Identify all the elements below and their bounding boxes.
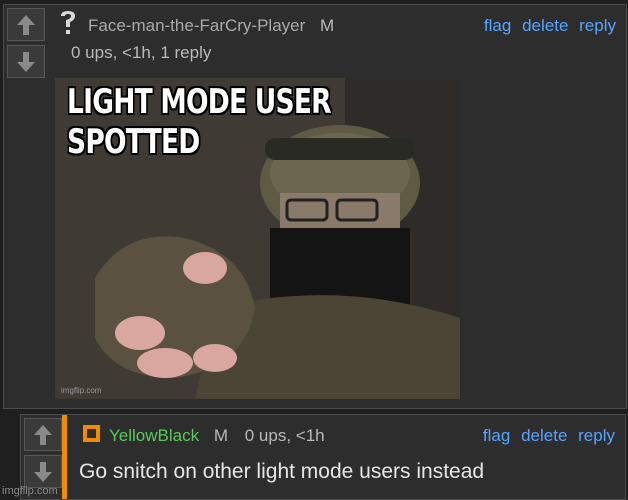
reply-link[interactable]: reply [579,16,616,35]
delete-link[interactable]: delete [521,426,567,445]
upvote-button[interactable] [7,8,45,41]
comment-main: Face-man-the-FarCry-Player M 0 ups, <1h,… [3,4,627,409]
arrow-up-icon [34,424,52,445]
user-avatar-icon[interactable] [83,425,100,442]
mod-badge: M [320,16,335,35]
comment-header: Face-man-the-FarCry-Player M [88,16,334,36]
comment-text: Go snitch on other light mode users inst… [79,460,485,483]
meme-image[interactable]: LIGHT MODE USER SPOTTED imgflip.com [55,78,460,399]
comment-stats: 0 ups, <1h [244,426,325,445]
arrow-down-icon [17,51,35,72]
comment-reply: YellowBlack M 0 ups, <1h flag delete rep… [20,414,626,500]
meme-watermark: imgflip.com [61,386,102,395]
vote-column [24,418,62,492]
comment-author[interactable]: Face-man-the-FarCry-Player [88,16,305,35]
comment-header: YellowBlack M 0 ups, <1h [109,426,325,446]
upvote-button[interactable] [24,418,62,451]
unknown-avatar-icon[interactable] [59,10,77,36]
downvote-button[interactable] [7,45,45,78]
comment-actions: flag delete reply [477,426,615,446]
arrow-up-icon [17,14,35,35]
arrow-down-icon [34,461,52,482]
downvote-button[interactable] [24,455,62,488]
comment-stats: 0 ups, <1h, 1 reply [71,43,212,62]
reply-accent-bar [62,415,67,499]
delete-link[interactable]: delete [522,16,568,35]
comment-actions: flag delete reply [478,16,616,36]
reply-link[interactable]: reply [578,426,615,445]
meme-caption: LIGHT MODE USER SPOTTED [67,82,332,162]
mod-badge: M [213,426,228,445]
comment-author[interactable]: YellowBlack [109,426,199,445]
vote-column [7,8,45,82]
flag-link[interactable]: flag [484,16,511,35]
flag-link[interactable]: flag [483,426,510,445]
page-watermark: imgflip.com [2,485,58,497]
